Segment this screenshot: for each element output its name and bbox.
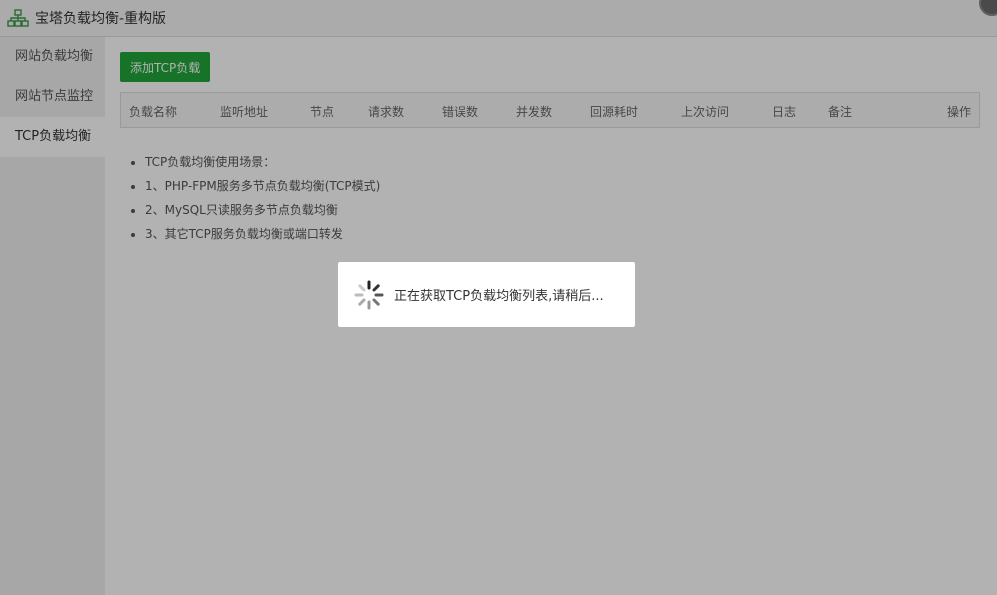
loading-message: 正在获取TCP负载均衡列表,请稍后... [394, 289, 604, 304]
loading-spinner-icon [354, 280, 384, 309]
loading-dialog: 正在获取TCP负载均衡列表,请稍后... [338, 262, 635, 327]
